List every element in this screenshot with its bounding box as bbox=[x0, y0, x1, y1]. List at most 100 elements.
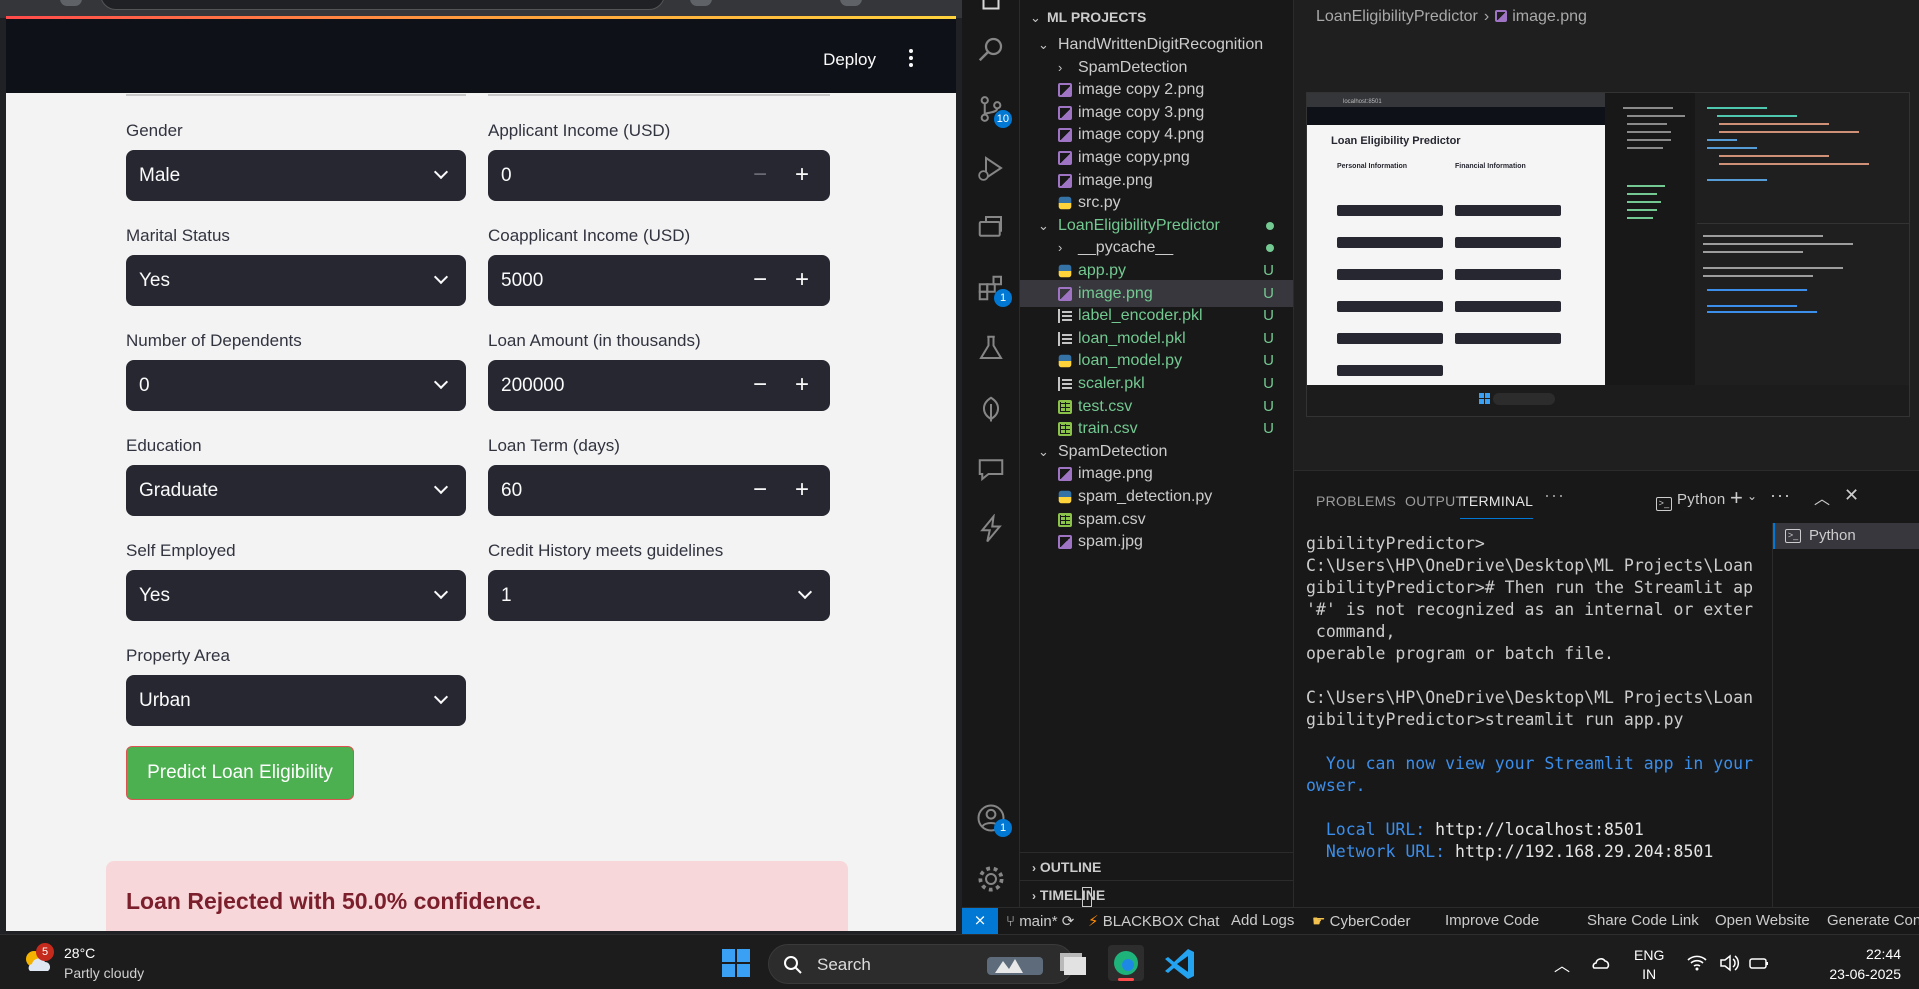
panel-more-icon[interactable]: ··· bbox=[1770, 485, 1791, 506]
chevron-down-icon bbox=[433, 479, 449, 495]
improve-code-button[interactable]: Improve Code bbox=[1445, 912, 1539, 929]
gender-select[interactable]: Male bbox=[126, 150, 466, 201]
streamlit-main: Gender Male Marital Status Yes Number of… bbox=[6, 93, 956, 931]
chevron-down-icon: ⌄ bbox=[1030, 10, 1041, 25]
increment-button[interactable]: + bbox=[782, 255, 822, 306]
decrement-button[interactable]: − bbox=[742, 150, 778, 201]
terminal-output[interactable]: gibilityPredictor> C:\Users\HP\OneDrive\D… bbox=[1294, 529, 1754, 908]
battery-icon[interactable] bbox=[1748, 952, 1770, 974]
loan-amount-field: Loan Amount (in thousands) 200000 − + bbox=[488, 330, 830, 411]
windows-start-icon[interactable] bbox=[722, 949, 751, 978]
wifi-icon[interactable] bbox=[1686, 952, 1708, 974]
onedrive-cloud-icon[interactable] bbox=[1590, 952, 1612, 974]
csv-file-icon bbox=[1058, 422, 1072, 437]
address-bar[interactable] bbox=[100, 0, 665, 10]
more-actions-icon[interactable]: ··· bbox=[1544, 485, 1565, 506]
terminal-profile-button[interactable]: >_ Python bbox=[1656, 491, 1726, 511]
extension-icon[interactable] bbox=[690, 0, 712, 6]
clock-date[interactable]: 23-06-2025 bbox=[1829, 966, 1901, 982]
main-menu-icon[interactable] bbox=[904, 46, 918, 72]
clock-time[interactable]: 22:44 bbox=[1866, 946, 1901, 962]
applicant-income-field: Applicant Income (USD) 0 − + bbox=[488, 120, 830, 201]
weather-temperature[interactable]: 28°C bbox=[64, 945, 95, 961]
search-icon[interactable] bbox=[976, 34, 1006, 64]
volume-icon[interactable] bbox=[1718, 952, 1740, 974]
text-file-icon bbox=[1058, 331, 1072, 346]
decrement-button[interactable]: − bbox=[742, 255, 778, 306]
education-select[interactable]: Graduate bbox=[126, 465, 466, 516]
coapplicant-income-input[interactable]: 5000 − + bbox=[488, 255, 830, 306]
tree-file[interactable]: spam.jpg bbox=[1020, 528, 1293, 555]
accounts-icon[interactable]: 1 bbox=[976, 803, 1012, 837]
terminal-list: >_ Python bbox=[1772, 523, 1919, 908]
input-language[interactable]: ENG IN bbox=[1634, 946, 1664, 984]
maximize-panel-icon[interactable]: ︿ bbox=[1814, 485, 1830, 509]
terminal-line: owser. bbox=[1306, 776, 1366, 795]
back-icon[interactable] bbox=[60, 0, 82, 6]
decrement-button[interactable]: − bbox=[742, 465, 778, 516]
property-area-select[interactable]: Urban bbox=[126, 675, 466, 726]
chevron-down-icon bbox=[433, 374, 449, 390]
dependents-select[interactable]: 0 bbox=[126, 360, 466, 411]
self-employed-select[interactable]: Yes bbox=[126, 570, 466, 621]
add-logs-button[interactable]: Add Logs bbox=[1231, 912, 1294, 929]
share-code-link-button[interactable]: Share Code Link bbox=[1587, 912, 1699, 929]
credit-history-select[interactable]: 1 bbox=[488, 570, 830, 621]
preview-financial: Financial Information bbox=[1455, 163, 1526, 170]
chevron-down-icon[interactable]: ⌄ bbox=[1747, 489, 1757, 503]
increment-button[interactable]: + bbox=[782, 360, 822, 411]
vscode-app-icon[interactable] bbox=[1162, 945, 1198, 981]
modified-dot bbox=[1266, 244, 1274, 253]
increment-button[interactable]: + bbox=[782, 150, 822, 201]
applicant-income-input[interactable]: 0 − + bbox=[488, 150, 830, 201]
cybercoder-button[interactable]: ☛ CyberCoder bbox=[1312, 912, 1411, 930]
marital-status-select[interactable]: Yes bbox=[126, 255, 466, 306]
new-terminal-icon[interactable]: + bbox=[1730, 485, 1743, 511]
predict-button[interactable]: Predict Loan Eligibility bbox=[126, 746, 354, 800]
run-debug-icon[interactable] bbox=[976, 153, 1006, 183]
files-icon[interactable] bbox=[976, 0, 1006, 16]
extensions-icon[interactable]: 1 bbox=[976, 273, 1012, 307]
generate-code-button[interactable]: Generate Con bbox=[1827, 912, 1919, 929]
field-label: Number of Dependents bbox=[126, 331, 302, 350]
bolt-icon[interactable] bbox=[976, 513, 1006, 544]
profile-avatar[interactable] bbox=[840, 0, 862, 6]
edge-browser-app-icon[interactable] bbox=[1108, 945, 1144, 981]
taskbar-search[interactable]: Search bbox=[768, 944, 1074, 984]
timeline-section[interactable]: › TIMELINE bbox=[1020, 880, 1293, 907]
chevron-up-icon[interactable]: ︿ bbox=[1554, 952, 1576, 975]
tab-output[interactable]: OUTPUT bbox=[1405, 493, 1464, 509]
close-panel-icon[interactable]: ✕ bbox=[1844, 485, 1859, 506]
tab-problems[interactable]: PROBLEMS bbox=[1316, 493, 1396, 509]
field-label: Coapplicant Income (USD) bbox=[488, 226, 691, 245]
decrement-button[interactable]: − bbox=[742, 360, 778, 411]
status-label: BLACKBOX Chat bbox=[1102, 913, 1220, 930]
loan-amount-input[interactable]: 200000 − + bbox=[488, 360, 830, 411]
breadcrumb-file[interactable]: image.png bbox=[1512, 8, 1587, 25]
settings-gear-icon[interactable] bbox=[976, 864, 1006, 894]
testing-icon[interactable] bbox=[976, 333, 1006, 363]
open-website-button[interactable]: Open Website bbox=[1715, 912, 1810, 929]
remote-explorer-icon[interactable] bbox=[976, 212, 1006, 242]
deploy-button[interactable]: Deploy bbox=[823, 50, 876, 70]
leaf-icon[interactable] bbox=[976, 394, 1006, 424]
chat-icon[interactable] bbox=[976, 454, 1006, 484]
file-explorer-app-icon[interactable] bbox=[1054, 945, 1090, 981]
windows-taskbar: 5 28°C Partly cloudy Search ︿ ENG IN 22:4… bbox=[0, 934, 1919, 989]
terminal-list-item[interactable]: >_ Python bbox=[1773, 523, 1919, 549]
increment-button[interactable]: + bbox=[782, 465, 822, 516]
loan-term-input[interactable]: 60 − + bbox=[488, 465, 830, 516]
explorer-root[interactable]: ⌄ ML PROJECTS bbox=[1020, 4, 1293, 31]
remote-indicator-icon[interactable]: ⨯ bbox=[962, 908, 998, 934]
weather-description[interactable]: Partly cloudy bbox=[64, 965, 144, 981]
source-control-icon[interactable]: 10 bbox=[976, 94, 1012, 128]
branch-status[interactable]: ⑂ main* ⟳ bbox=[1006, 912, 1074, 930]
terminal-cursor bbox=[1082, 887, 1092, 907]
outline-section[interactable]: › OUTLINE bbox=[1020, 852, 1293, 880]
outline-title: OUTLINE bbox=[1039, 859, 1102, 875]
vscode-window: 10 1 1 ⌄ ML PROJECTS ⌄ HandWrittenDigitRe… bbox=[962, 0, 1919, 934]
breadcrumb-folder[interactable]: LoanEligibilityPredictor bbox=[1316, 8, 1478, 25]
tab-terminal[interactable]: TERMINAL bbox=[1460, 493, 1534, 519]
blackbox-chat-button[interactable]: ⚡ BLACKBOX Chat bbox=[1088, 912, 1219, 930]
